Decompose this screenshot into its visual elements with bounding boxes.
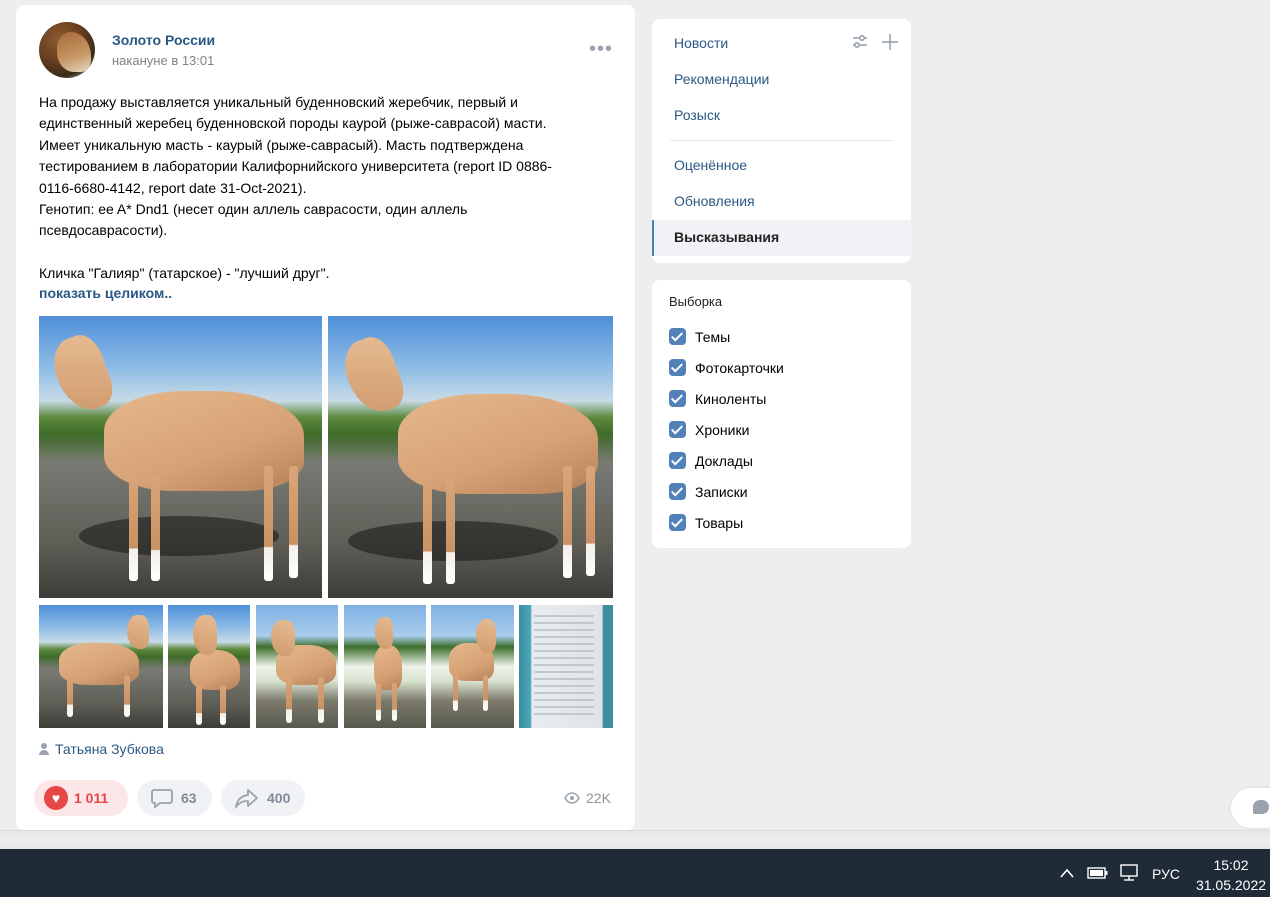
post-time[interactable]: накануне в 13:01: [112, 53, 214, 68]
filter-option-photos[interactable]: Фотокарточки: [669, 359, 784, 376]
person-icon: [39, 743, 49, 755]
photo-8-document[interactable]: [519, 605, 613, 728]
post-card: Золото России накануне в 13:01 ••• На пр…: [16, 5, 635, 830]
network-icon[interactable]: [1118, 864, 1140, 882]
checkbox-checked-icon[interactable]: [669, 359, 686, 376]
more-icon[interactable]: •••: [589, 39, 613, 59]
author-avatar[interactable]: [39, 22, 95, 78]
post-text-line: тестированием в лаборатории Калифорнийск…: [39, 158, 552, 175]
post-text-line: На продажу выставляется уникальный буден…: [39, 94, 518, 110]
input-language[interactable]: РУС: [1152, 866, 1180, 882]
heart-icon: ♥: [44, 786, 68, 810]
filter-option-reports[interactable]: Доклады: [669, 452, 753, 469]
checkbox-checked-icon[interactable]: [669, 452, 686, 469]
checkbox-checked-icon[interactable]: [669, 483, 686, 500]
filter-option-label: Доклады: [695, 452, 753, 469]
post-author[interactable]: Золото России: [112, 32, 215, 48]
system-clock[interactable]: 15:02 31.05.2022: [1195, 855, 1267, 895]
menu-item-updates[interactable]: Обновления: [674, 193, 755, 209]
filter-option-goods[interactable]: Товары: [669, 514, 743, 531]
feed-menu: Новости Рекомендации Розыск Оценённое Об…: [652, 19, 911, 263]
menu-item-liked[interactable]: Оценённое: [674, 157, 747, 173]
comment-count: 63: [181, 790, 197, 806]
photo-6[interactable]: [344, 605, 426, 728]
filter-panel: Выборка Темы Фотокарточки Киноленты Хрон…: [652, 280, 911, 548]
share-count: 400: [267, 790, 291, 806]
battery-icon[interactable]: [1087, 866, 1109, 880]
post-text: На продажу выставляется уникальный буден…: [39, 92, 599, 285]
menu-item-news[interactable]: Новости: [674, 35, 728, 51]
filter-option-label: Товары: [695, 514, 744, 531]
post-text-line: псевдосаврасости).: [39, 222, 168, 239]
post-text-line: [39, 242, 599, 263]
filter-option-stories[interactable]: Хроники: [669, 421, 749, 438]
settings-sliders-icon[interactable]: [851, 33, 869, 51]
share-icon: [235, 789, 258, 808]
photo-2[interactable]: [328, 316, 613, 598]
chevron-up-icon[interactable]: [1059, 867, 1075, 879]
photo-1[interactable]: [39, 316, 322, 598]
checkbox-checked-icon[interactable]: [669, 390, 686, 407]
menu-item-search[interactable]: Розыск: [674, 107, 720, 123]
horizontal-scrollbar[interactable]: [0, 830, 1270, 849]
filter-option-notes[interactable]: Записки: [669, 483, 748, 500]
post-text-line: Кличка "Галияр" (татарское) - "лучший др…: [39, 265, 330, 282]
menu-item-recommendations[interactable]: Рекомендации: [674, 71, 769, 87]
clock-date: 31.05.2022: [1195, 877, 1267, 893]
taskbar: РУС 15:02 31.05.2022: [0, 849, 1270, 897]
filter-option-label: Записки: [695, 483, 748, 500]
post-signer[interactable]: Татьяна Зубкова: [39, 741, 164, 757]
photo-5[interactable]: [256, 605, 338, 728]
comment-button[interactable]: 63: [137, 780, 212, 816]
menu-item-comments-label: Высказывания: [674, 229, 780, 245]
post-text-line: Имеет уникальную масть - каурый (рыже-са…: [39, 136, 524, 153]
eye-icon: [564, 792, 580, 804]
checkbox-checked-icon[interactable]: [669, 421, 686, 438]
post-text-line: 0116-6680-4142, report date 31-Oct-2021)…: [39, 179, 307, 196]
filter-option-label: Киноленты: [695, 390, 767, 407]
chat-button[interactable]: [1231, 788, 1270, 828]
post-text-line: Генотип: ee A* Dnd1 (несет один аллель с…: [39, 201, 468, 218]
menu-item-comments[interactable]: Высказывания: [652, 220, 911, 256]
filter-option-label: Фотокарточки: [695, 359, 784, 376]
plus-icon[interactable]: [881, 33, 899, 51]
filter-option-videos[interactable]: Киноленты: [669, 390, 766, 407]
photo-7[interactable]: [431, 605, 514, 728]
photo-3[interactable]: [39, 605, 163, 728]
filter-option-label: Темы: [695, 328, 731, 345]
share-button[interactable]: 400: [221, 780, 305, 816]
like-button[interactable]: ♥ 1 011: [34, 780, 128, 816]
chat-icon: [1253, 800, 1269, 814]
checkbox-checked-icon[interactable]: [669, 514, 686, 531]
show-more-link[interactable]: показать целиком..: [39, 285, 172, 301]
filter-option-label: Хроники: [695, 421, 750, 438]
menu-divider: [670, 140, 894, 141]
scrollbar-thumb[interactable]: [0, 834, 1270, 846]
post-text-line: единственный жеребец буденновской породы…: [39, 115, 547, 132]
views-counter: 22K: [564, 790, 611, 806]
filter-title: Выборка: [669, 294, 723, 309]
photo-4[interactable]: [168, 605, 250, 728]
views-count: 22K: [586, 790, 611, 806]
filter-option-topics[interactable]: Темы: [669, 328, 730, 345]
like-count: 1 011: [74, 790, 109, 806]
clock-time: 15:02: [1213, 857, 1249, 873]
comment-icon: [151, 789, 173, 808]
signer-name: Татьяна Зубкова: [55, 741, 164, 757]
checkbox-checked-icon[interactable]: [669, 328, 686, 345]
